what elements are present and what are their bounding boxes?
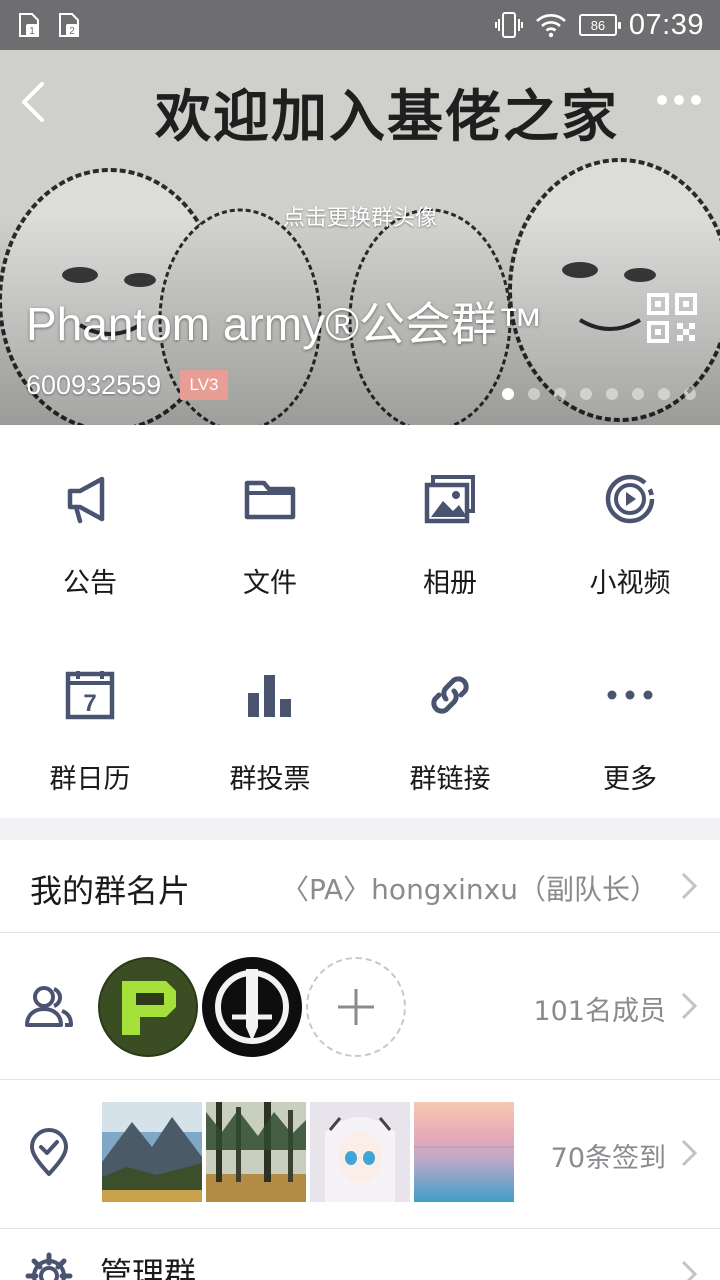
plus-icon: [338, 989, 374, 1025]
more-icon: [607, 690, 653, 700]
level-badge: LV3: [180, 370, 228, 400]
feature-label: 小视频: [589, 568, 671, 599]
mountain-photo: [102, 1102, 202, 1202]
signin-photo[interactable]: [414, 1102, 514, 1202]
feature-label: 群投票: [229, 764, 311, 795]
add-member-button[interactable]: [306, 957, 406, 1057]
feature-album[interactable]: 相册: [360, 425, 540, 621]
manage-group-label: 管理群: [100, 1255, 197, 1280]
signin-photo[interactable]: [206, 1102, 306, 1202]
page-dot: [684, 388, 696, 400]
feature-label: 公告: [63, 568, 117, 599]
page-dot: [632, 388, 644, 400]
avatar-image: [98, 957, 198, 1057]
signin-row[interactable]: 70条签到: [0, 1080, 720, 1228]
feature-poll[interactable]: 群投票: [180, 621, 360, 818]
sim2-icon: 2: [59, 13, 79, 37]
poll-icon: [248, 675, 291, 717]
sunset-photo: [414, 1102, 514, 1202]
feature-link[interactable]: 群链接: [360, 621, 540, 818]
location-check-icon: [30, 1128, 68, 1176]
members-row[interactable]: 101名成员: [0, 933, 720, 1079]
feature-more[interactable]: 更多: [540, 621, 720, 818]
group-id: 600932559: [26, 370, 162, 400]
link-icon: [431, 676, 469, 714]
group-name: Phantom army®公会群™: [26, 298, 544, 350]
signin-count: 70条签到: [550, 1143, 666, 1174]
page-dot: [528, 388, 540, 400]
member-avatar[interactable]: [202, 957, 302, 1057]
page-dot: [580, 388, 592, 400]
chevron-right-icon: [681, 1260, 698, 1280]
member-avatar[interactable]: [98, 957, 198, 1057]
clock: 07:39: [628, 8, 704, 41]
sim2-label: 2: [69, 26, 75, 37]
calendar-day: 7: [83, 690, 96, 717]
chevron-right-icon: [681, 992, 698, 1020]
signin-photo[interactable]: [102, 1102, 202, 1202]
chevron-right-icon: [681, 1139, 698, 1167]
back-button[interactable]: [12, 74, 56, 130]
album-icon: [424, 475, 475, 524]
feature-video[interactable]: 小视频: [540, 425, 720, 621]
signin-photo[interactable]: [310, 1102, 410, 1202]
calendar-icon: 7: [65, 671, 115, 720]
page-dot: [658, 388, 670, 400]
group-card-title: 我的群名片: [30, 872, 191, 910]
more-options-button[interactable]: [654, 88, 704, 112]
anime-photo: [310, 1102, 410, 1202]
page-dot: [554, 388, 566, 400]
feature-label: 相册: [423, 568, 477, 599]
members-icon: [25, 986, 73, 1027]
sim1-icon: 1: [19, 13, 39, 37]
group-card-row[interactable]: 我的群名片 〈PA〉hongxinxu（副队长）: [0, 840, 720, 932]
feature-files[interactable]: 文件: [180, 425, 360, 621]
status-bar: 1 2 86 07:39: [0, 0, 720, 50]
feature-label: 文件: [243, 568, 297, 599]
feature-calendar[interactable]: 7 群日历: [0, 621, 180, 818]
feature-announcement[interactable]: 公告: [0, 425, 180, 621]
battery-level: 86: [590, 17, 606, 33]
member-count: 101名成员: [533, 996, 666, 1027]
folder-icon: [244, 480, 296, 520]
page-indicator: [502, 388, 696, 400]
wifi-icon: [536, 14, 566, 38]
gear-icon: [25, 1252, 73, 1280]
cover-caption: 欢迎加入基佬之家: [155, 84, 619, 150]
sim1-label: 1: [29, 26, 35, 37]
battery-indicator: 86: [578, 14, 621, 36]
forest-photo: [206, 1102, 306, 1202]
video-icon: [605, 474, 655, 524]
qr-code-icon[interactable]: [646, 292, 698, 344]
manage-group-row[interactable]: 管理群: [0, 1229, 720, 1280]
megaphone-icon: [67, 476, 105, 524]
page-dot: [502, 388, 514, 400]
avatar-image: [202, 957, 302, 1057]
change-avatar-hint[interactable]: 点击更换群头像: [0, 200, 720, 232]
feature-grid: 公告 文件 相册 小视频 7 群日历 群投票 群链接 更多: [0, 425, 720, 818]
vibrate-icon: [494, 12, 523, 38]
page-dot: [606, 388, 618, 400]
feature-label: 群链接: [409, 764, 491, 795]
chevron-right-icon: [681, 872, 698, 900]
group-card-value: 〈PA〉hongxinxu（副队长）: [280, 873, 658, 906]
group-header[interactable]: 欢迎加入基佬之家 点击更换群头像 Phantom army®公会群™ 60093…: [0, 50, 720, 425]
feature-label: 更多: [603, 764, 657, 795]
feature-label: 群日历: [49, 764, 131, 795]
